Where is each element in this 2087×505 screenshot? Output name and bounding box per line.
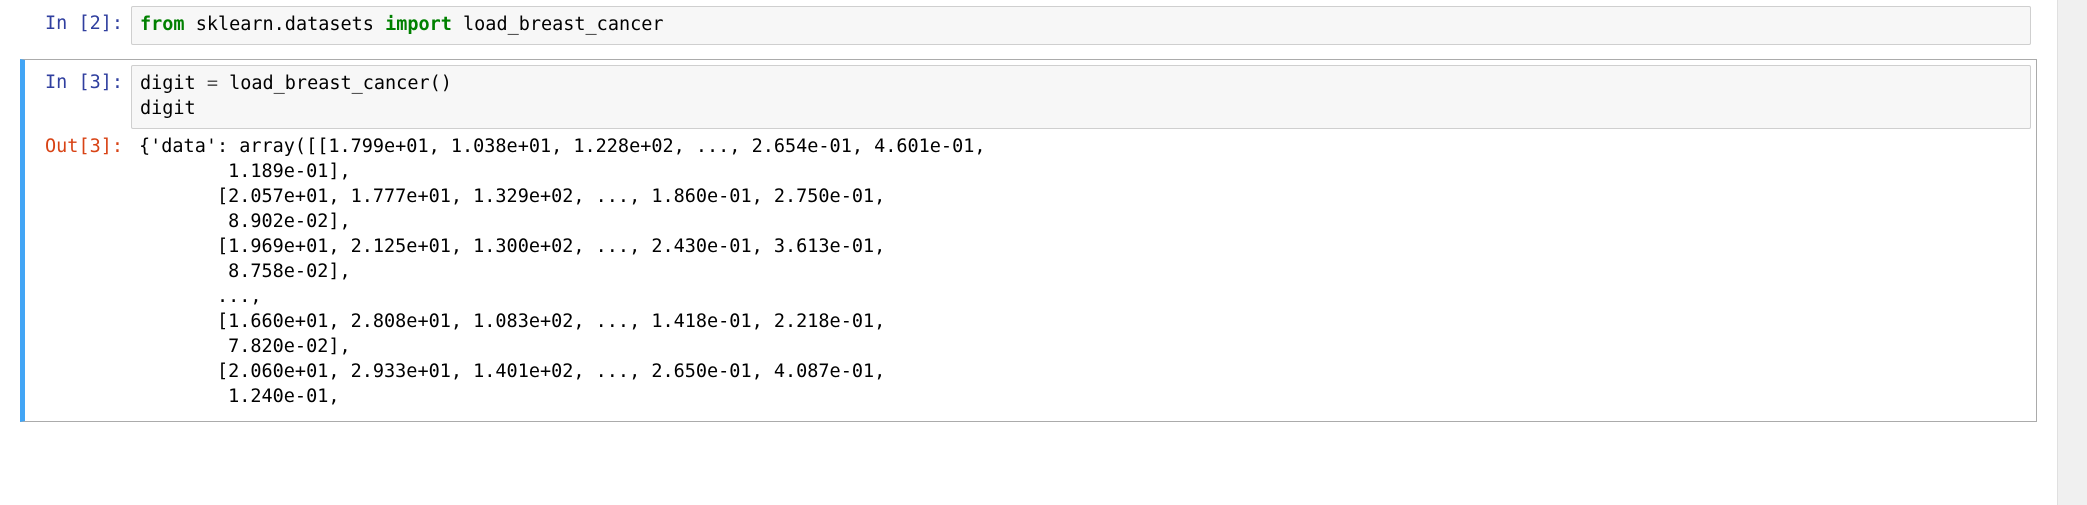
main-area: In [2]: from sklearn.datasets import loa… (0, 0, 2057, 505)
operator-equals: = (207, 73, 218, 94)
code-input[interactable]: from sklearn.datasets import load_breast… (131, 6, 2031, 45)
input-prompt: In [3]: (26, 65, 131, 102)
code-cell-selected[interactable]: In [3]: digit = load_breast_cancer() dig… (20, 59, 2037, 422)
import-name: load_breast_cancer (463, 14, 663, 35)
keyword-from: from (140, 14, 185, 35)
code-cell[interactable]: In [2]: from sklearn.datasets import loa… (20, 0, 2037, 51)
output-prompt: Out[3]: (26, 129, 131, 166)
cell-output-row: Out[3]: {'data': array([[1.799e+01, 1.03… (26, 129, 2031, 416)
right-gutter (2057, 0, 2087, 505)
cell-input-row: In [2]: from sklearn.datasets import loa… (26, 6, 2031, 45)
module-name: sklearn.datasets (196, 14, 374, 35)
code-text: digit (140, 73, 207, 94)
keyword-import: import (385, 14, 452, 35)
output-text: {'data': array([[1.799e+01, 1.038e+01, 1… (131, 129, 2031, 416)
cell-input-row: In [3]: digit = load_breast_cancer() dig… (26, 65, 2031, 129)
code-input[interactable]: digit = load_breast_cancer() digit (131, 65, 2031, 129)
code-text: digit (140, 98, 196, 119)
code-text: load_breast_cancer() (218, 73, 452, 94)
input-prompt: In [2]: (26, 6, 131, 43)
notebook-container: In [2]: from sklearn.datasets import loa… (0, 0, 2087, 505)
